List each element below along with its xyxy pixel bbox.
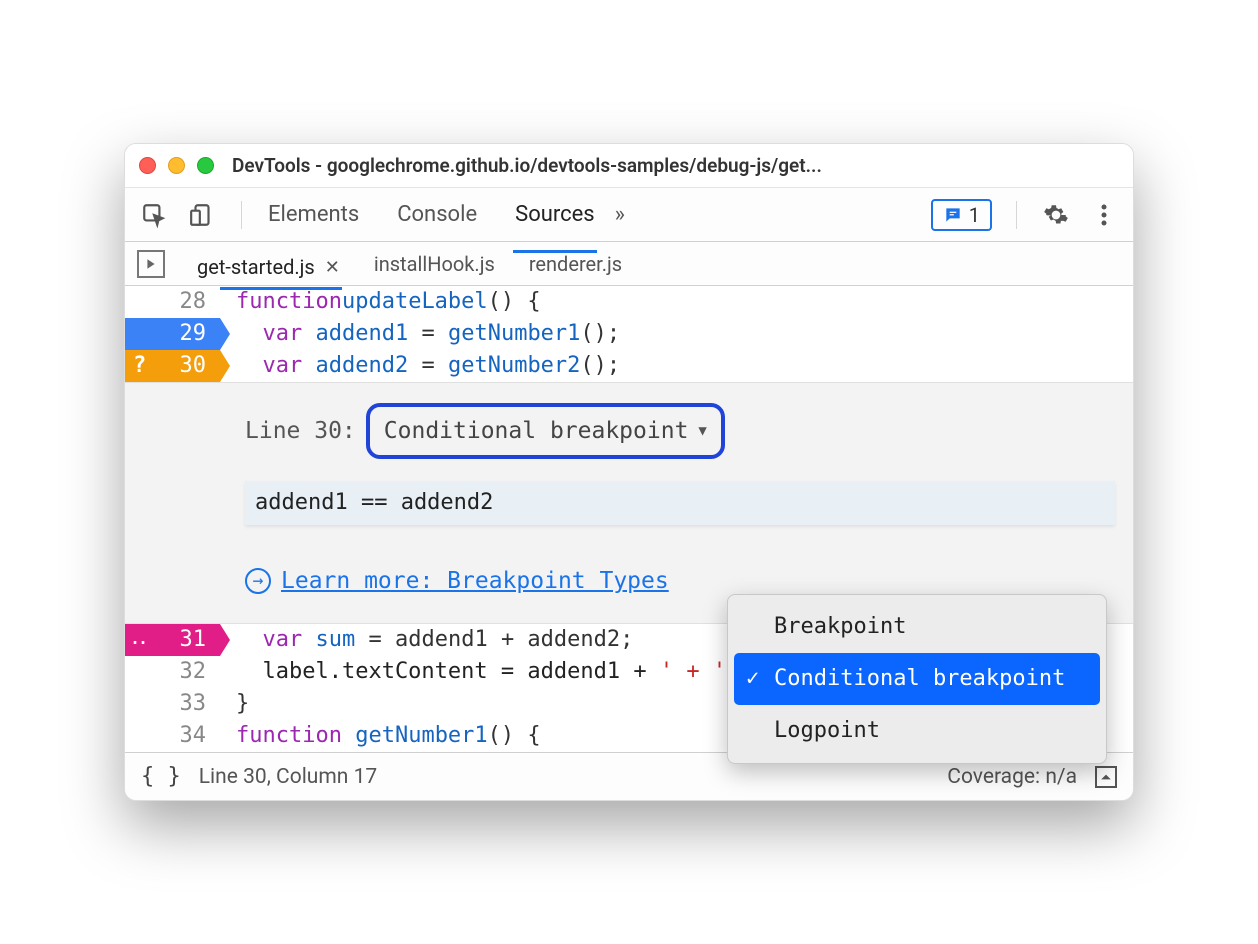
toolbar-divider: [1016, 201, 1017, 229]
file-tab-label: renderer.js: [529, 252, 622, 276]
breakpoint-type-dropdown: Breakpoint Conditional breakpoint Logpoi…: [727, 594, 1107, 764]
breakpoint-editor: Line 30: Conditional breakpoint ▼ addend…: [125, 382, 1133, 624]
breakpoint-line-label: Line 30:: [245, 415, 356, 447]
dropdown-option-conditional[interactable]: Conditional breakpoint: [734, 653, 1100, 705]
learn-more-link[interactable]: Learn more: Breakpoint Types: [281, 565, 669, 597]
gutter-line-number[interactable]: 34: [125, 720, 220, 752]
file-tab-label: installHook.js: [374, 252, 495, 276]
dropdown-option-breakpoint[interactable]: Breakpoint: [734, 601, 1100, 653]
code-text: }: [220, 688, 249, 720]
navigator-toggle-icon[interactable]: [137, 250, 165, 278]
pretty-print-icon[interactable]: { }: [141, 764, 181, 789]
code-text: var addend2 = getNumber2();: [220, 350, 620, 382]
gutter-line-number[interactable]: 29: [125, 318, 220, 350]
gutter-line-number[interactable]: 30: [125, 350, 220, 382]
code-editor[interactable]: 28functionupdateLabel() {29 var addend1 …: [125, 286, 1133, 752]
arrow-right-circle-icon: →: [245, 568, 271, 594]
inspect-element-icon[interactable]: [139, 200, 169, 230]
code-text: var sum = addend1 + addend2;: [220, 624, 633, 656]
toolbar-divider: [241, 201, 242, 229]
file-tabs: get-started.js ✕ installHook.js renderer…: [125, 242, 1133, 286]
maximize-window-button[interactable]: [197, 157, 214, 174]
file-tab-renderer[interactable]: renderer.js: [527, 244, 624, 284]
devtools-window: DevTools - googlechrome.github.io/devtoo…: [124, 143, 1134, 801]
gutter-line-number[interactable]: 32: [125, 656, 220, 688]
chevron-down-icon: ▼: [698, 415, 706, 447]
code-line[interactable]: 28functionupdateLabel() {: [125, 286, 1133, 318]
file-tab-installhook[interactable]: installHook.js: [372, 244, 497, 284]
gutter-line-number[interactable]: 31: [125, 624, 220, 656]
issues-count: 1: [969, 203, 980, 227]
code-text: var addend1 = getNumber1();: [220, 318, 620, 350]
more-tabs-button[interactable]: »: [615, 202, 625, 227]
kebab-menu-icon[interactable]: [1089, 200, 1119, 230]
file-tab-label: get-started.js: [197, 255, 315, 279]
gutter-line-number[interactable]: 28: [125, 286, 220, 318]
chat-icon: [943, 205, 963, 225]
tab-console[interactable]: Console: [395, 190, 479, 239]
issues-badge[interactable]: 1: [931, 199, 992, 231]
breakpoint-type-select[interactable]: Conditional breakpoint ▼: [366, 403, 725, 459]
coverage-status: Coverage: n/a: [947, 765, 1077, 789]
dropdown-option-logpoint[interactable]: Logpoint: [734, 705, 1100, 757]
device-toolbar-icon[interactable]: [187, 200, 217, 230]
code-line[interactable]: 30 var addend2 = getNumber2();: [125, 350, 1133, 382]
code-text: function getNumber1() {: [220, 720, 541, 752]
main-toolbar: Elements Console Sources » 1: [125, 188, 1133, 242]
minimize-window-button[interactable]: [168, 157, 185, 174]
gutter-line-number[interactable]: 33: [125, 688, 220, 720]
code-line[interactable]: 29 var addend1 = getNumber1();: [125, 318, 1133, 350]
traffic-lights: [139, 157, 214, 174]
code-text: functionupdateLabel() {: [220, 286, 541, 318]
file-tab-get-started[interactable]: get-started.js ✕: [195, 247, 342, 290]
titlebar: DevTools - googlechrome.github.io/devtoo…: [125, 144, 1133, 188]
close-icon[interactable]: ✕: [325, 257, 340, 278]
window-title: DevTools - googlechrome.github.io/devtoo…: [232, 154, 822, 177]
breakpoint-type-value: Conditional breakpoint: [384, 415, 689, 447]
settings-icon[interactable]: [1041, 200, 1071, 230]
tab-elements[interactable]: Elements: [266, 190, 361, 239]
cursor-position: Line 30, Column 17: [199, 765, 377, 789]
show-drawer-icon[interactable]: [1095, 766, 1117, 788]
breakpoint-condition-input[interactable]: addend1 == addend2: [245, 481, 1115, 525]
close-window-button[interactable]: [139, 157, 156, 174]
panel-tabs: Elements Console Sources: [266, 190, 597, 239]
